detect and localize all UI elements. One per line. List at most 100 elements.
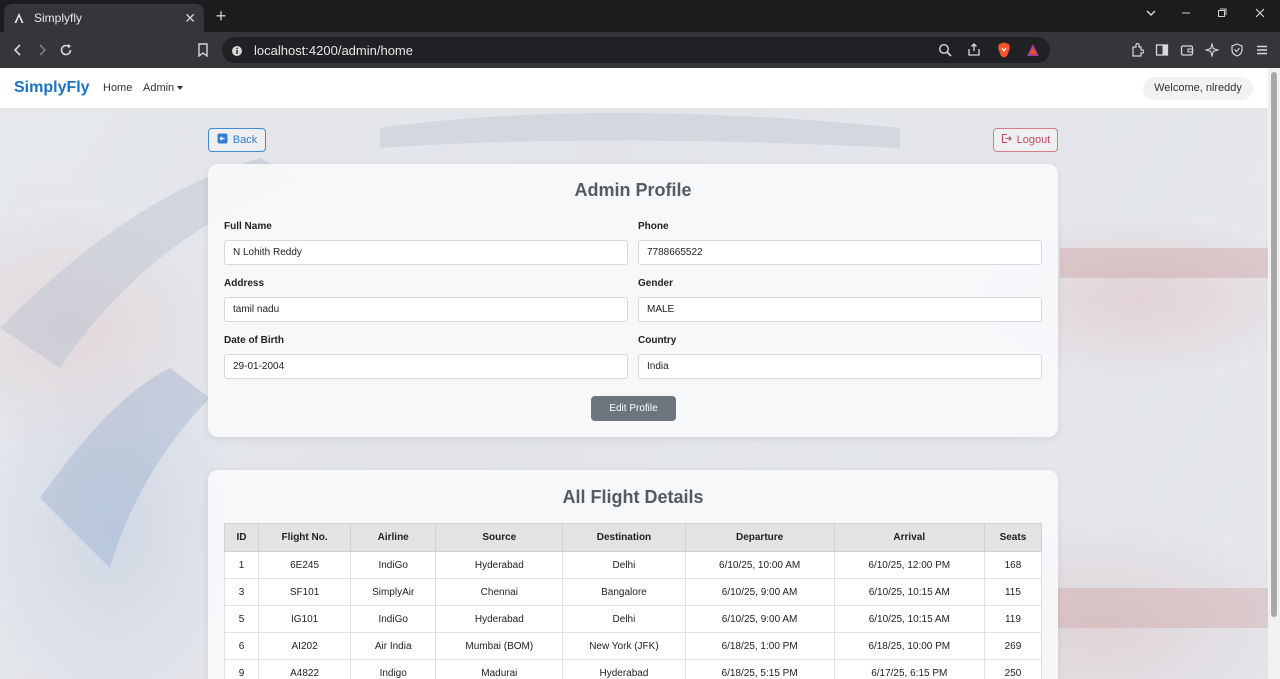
- full-name-field[interactable]: N Lohith Reddy: [224, 240, 628, 265]
- nav-admin-label: Admin: [143, 82, 175, 94]
- page-scrollbar[interactable]: [1268, 68, 1280, 679]
- cell-id: 9: [223, 659, 260, 679]
- caret-down-icon: [177, 86, 184, 91]
- table-row: 5 IG101 IndiGo Hyderabad Delhi 6/10/25, …: [223, 605, 1043, 633]
- cell-flight-no: A4822: [258, 659, 352, 679]
- cell-id: 6: [223, 632, 260, 660]
- vpn-icon[interactable]: [1228, 41, 1246, 59]
- logout-label: Logout: [1016, 134, 1051, 146]
- cell-source: Madurai: [435, 659, 564, 679]
- leo-ai-icon[interactable]: [1203, 41, 1221, 59]
- table-header-row: ID Flight No. Airline Source Destination…: [223, 523, 1043, 552]
- brave-rewards-icon[interactable]: [1026, 43, 1040, 62]
- cell-departure: 6/10/25, 10:00 AM: [684, 551, 835, 579]
- back-button[interactable]: Back: [208, 128, 266, 152]
- zoom-icon[interactable]: [938, 43, 952, 62]
- table-row: 9 A4822 Indigo Madurai Hyderabad 6/18/25…: [223, 659, 1043, 679]
- browser-tab-bar: Simplyfly ✕ +: [0, 0, 1280, 32]
- cell-seats: 168: [983, 551, 1043, 579]
- reload-icon[interactable]: [56, 40, 76, 60]
- col-arrival: Arrival: [833, 523, 985, 552]
- logout-icon: [1001, 133, 1012, 147]
- cell-seats: 119: [983, 605, 1043, 633]
- forward-arrow-icon[interactable]: [32, 40, 52, 60]
- site-info-icon[interactable]: [231, 44, 243, 62]
- profile-title: Admin Profile: [574, 180, 692, 200]
- cell-flight-no: AI202: [258, 632, 352, 660]
- cell-destination: Delhi: [562, 605, 686, 633]
- tab-title: Simplyfly: [34, 11, 83, 25]
- address-bar[interactable]: localhost:4200/admin/home: [222, 37, 1050, 63]
- back-label: Back: [232, 134, 258, 146]
- nav-admin-dropdown[interactable]: Admin: [143, 82, 184, 94]
- cell-airline: SimplyAir: [350, 578, 437, 606]
- share-icon[interactable]: [967, 43, 981, 62]
- brand-logo[interactable]: SimplyFly: [14, 79, 90, 97]
- cell-destination: Bangalore: [562, 578, 686, 606]
- cell-destination: New York (JFK): [562, 632, 686, 660]
- country-label: Country: [638, 335, 677, 346]
- cell-source: Hyderabad: [435, 605, 564, 633]
- scrollbar-thumb[interactable]: [1271, 72, 1277, 617]
- col-departure: Departure: [684, 523, 835, 552]
- full-name-label: Full Name: [224, 221, 272, 232]
- cell-arrival: 6/10/25, 10:15 AM: [833, 578, 985, 606]
- dob-label: Date of Birth: [224, 335, 284, 346]
- phone-field[interactable]: 7788665522: [638, 240, 1042, 265]
- page-viewport: SimplyFly Home Admin Welcome, nlreddy Ba…: [0, 68, 1268, 679]
- flights-title: All Flight Details: [562, 487, 704, 507]
- cell-airline: Air India: [350, 632, 437, 660]
- cell-departure: 6/10/25, 9:00 AM: [684, 605, 835, 633]
- menu-icon[interactable]: [1253, 41, 1271, 59]
- cell-seats: 250: [983, 659, 1043, 679]
- tab-search-chevron-icon[interactable]: [1141, 6, 1161, 21]
- admin-profile-card: Admin Profile Full Name N Lohith Reddy P…: [208, 164, 1058, 437]
- tab-close-icon[interactable]: ✕: [184, 10, 196, 27]
- wallet-icon[interactable]: [1178, 41, 1196, 59]
- logout-button[interactable]: Logout: [993, 128, 1058, 152]
- close-window-icon[interactable]: [1250, 6, 1270, 21]
- country-field[interactable]: India: [638, 354, 1042, 379]
- cell-source: Chennai: [435, 578, 564, 606]
- browser-toolbar: localhost:4200/admin/home: [0, 32, 1280, 68]
- table-row: 6 AI202 Air India Mumbai (BOM) New York …: [223, 632, 1043, 660]
- extensions-icon[interactable]: [1128, 41, 1146, 59]
- cell-arrival: 6/18/25, 10:00 PM: [833, 632, 985, 660]
- cell-flight-no: SF101: [258, 578, 352, 606]
- cell-id: 1: [223, 551, 260, 579]
- cell-airline: IndiGo: [350, 605, 437, 633]
- cell-source: Hyderabad: [435, 551, 564, 579]
- address-label: Address: [224, 278, 265, 289]
- angular-favicon-icon: [12, 11, 26, 25]
- nav-home-link[interactable]: Home: [103, 82, 132, 94]
- cell-arrival: 6/10/25, 12:00 PM: [833, 551, 985, 579]
- cell-id: 5: [223, 605, 260, 633]
- gender-label: Gender: [638, 278, 674, 289]
- cell-arrival: 6/10/25, 10:15 AM: [833, 605, 985, 633]
- browser-tab[interactable]: Simplyfly ✕: [4, 4, 204, 32]
- new-tab-icon[interactable]: +: [212, 6, 230, 26]
- sidebar-icon[interactable]: [1153, 41, 1171, 59]
- cell-departure: 6/18/25, 5:15 PM: [684, 659, 835, 679]
- address-field[interactable]: tamil nadu: [224, 297, 628, 322]
- col-source: Source: [435, 523, 564, 552]
- minimize-icon[interactable]: [1176, 6, 1196, 21]
- phone-label: Phone: [638, 221, 669, 232]
- restore-icon[interactable]: [1212, 6, 1232, 21]
- col-destination: Destination: [562, 523, 686, 552]
- url-text: localhost:4200/admin/home: [254, 42, 413, 58]
- flight-details-card: All Flight Details ID Flight No. Airline…: [208, 470, 1058, 679]
- col-flight-no: Flight No.: [258, 523, 352, 552]
- gender-field[interactable]: MALE: [638, 297, 1042, 322]
- edit-profile-button[interactable]: Edit Profile: [591, 396, 676, 421]
- welcome-badge: Welcome, nlreddy: [1143, 77, 1253, 100]
- bookmark-icon[interactable]: [193, 40, 213, 60]
- back-arrow-icon[interactable]: [8, 40, 28, 60]
- brave-shields-icon[interactable]: [997, 42, 1011, 63]
- cell-arrival: 6/17/25, 6:15 PM: [833, 659, 985, 679]
- cell-destination: Delhi: [562, 551, 686, 579]
- cell-id: 3: [223, 578, 260, 606]
- cell-seats: 115: [983, 578, 1043, 606]
- cell-departure: 6/18/25, 1:00 PM: [684, 632, 835, 660]
- dob-field[interactable]: 29-01-2004: [224, 354, 628, 379]
